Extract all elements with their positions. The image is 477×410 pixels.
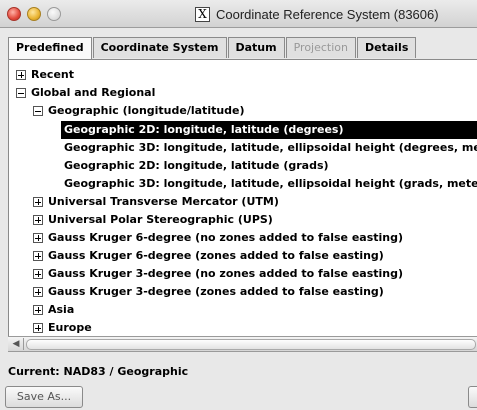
tab-datum[interactable]: Datum xyxy=(227,37,285,58)
horizontal-scrollbar[interactable]: ◀ xyxy=(8,336,477,352)
collapse-icon[interactable] xyxy=(33,106,43,116)
tree-item-label: Europe xyxy=(48,321,92,334)
tree-item-europe[interactable]: Europe xyxy=(33,319,92,337)
tab-predefined[interactable]: Predefined xyxy=(8,37,92,60)
tree-item-label: Universal Polar Stereographic (UPS) xyxy=(48,213,273,226)
tree-item-geo-2d-degrees[interactable]: Geographic 2D: longitude, latitude (degr… xyxy=(61,121,477,139)
title-bar: X Coordinate Reference System (83606) xyxy=(0,0,477,28)
tree-item-label: Gauss Kruger 3-degree (zones added to fa… xyxy=(48,285,384,298)
tree-item-label: Global and Regional xyxy=(31,86,156,99)
tree-item-label: Geographic 2D: longitude, latitude (grad… xyxy=(64,159,329,172)
expand-icon[interactable] xyxy=(33,305,43,315)
tree-item-gk6-zones[interactable]: Gauss Kruger 6-degree (zones added to fa… xyxy=(33,247,384,265)
zoom-window-button[interactable] xyxy=(47,7,61,21)
tree-item-geo-2d-grads[interactable]: Geographic 2D: longitude, latitude (grad… xyxy=(61,157,335,175)
tree-item-label: Geographic 3D: longitude, latitude, elli… xyxy=(64,141,477,154)
expand-icon[interactable] xyxy=(33,251,43,261)
tree-item-ups[interactable]: Universal Polar Stereographic (UPS) xyxy=(33,211,273,229)
window-title-group: X Coordinate Reference System (83606) xyxy=(195,5,439,23)
close-window-button[interactable] xyxy=(7,7,21,21)
tree-item-utm[interactable]: Universal Transverse Mercator (UTM) xyxy=(33,193,279,211)
tree-item-asia[interactable]: Asia xyxy=(33,301,74,319)
minimize-window-button[interactable] xyxy=(27,7,41,21)
tree-item-global-regional[interactable]: Global and Regional xyxy=(16,84,155,102)
tree-item-label: Universal Transverse Mercator (UTM) xyxy=(48,195,279,208)
scrollbar-thumb[interactable] xyxy=(26,339,476,350)
tree-item-geo-3d-degrees[interactable]: Geographic 3D: longitude, latitude, elli… xyxy=(61,139,477,157)
tree-item-geographic[interactable]: Geographic (longitude/latitude) xyxy=(33,102,245,120)
tree-item-label: Gauss Kruger 3-degree (no zones added to… xyxy=(48,267,404,280)
expand-icon[interactable] xyxy=(16,70,26,80)
current-crs-label: Current: NAD83 / Geographic xyxy=(8,365,189,378)
scroll-left-arrow-icon[interactable]: ◀ xyxy=(9,338,24,350)
tree-item-geo-3d-grads[interactable]: Geographic 3D: longitude, latitude, elli… xyxy=(61,175,477,193)
tree-item-label: Geographic 3D: longitude, latitude, elli… xyxy=(64,177,477,190)
x11-app-icon: X xyxy=(195,6,210,22)
tab-details[interactable]: Details xyxy=(357,37,417,58)
tree-item-label: Geographic (longitude/latitude) xyxy=(48,104,245,117)
expand-icon[interactable] xyxy=(33,323,43,333)
tree-item-label: Geographic 2D: longitude, latitude (degr… xyxy=(64,123,344,136)
tree-item-label: Asia xyxy=(48,303,75,316)
tree-item-label: Recent xyxy=(31,68,75,81)
tree-item-gk3-zones[interactable]: Gauss Kruger 3-degree (zones added to fa… xyxy=(33,283,384,301)
partial-button[interactable] xyxy=(468,386,477,408)
expand-icon[interactable] xyxy=(33,269,43,279)
save-as-button[interactable]: Save As... xyxy=(5,386,83,408)
expand-icon[interactable] xyxy=(33,233,43,243)
crs-tree-panel: Recent Global and Regional Geographic (l… xyxy=(8,59,477,337)
tree-item-gk6-no-zones[interactable]: Gauss Kruger 6-degree (no zones added to… xyxy=(33,229,403,247)
expand-icon[interactable] xyxy=(33,197,43,207)
tree-item-label: Gauss Kruger 6-degree (no zones added to… xyxy=(48,231,404,244)
tab-projection: Projection xyxy=(285,37,357,58)
expand-icon[interactable] xyxy=(33,215,43,225)
expand-icon[interactable] xyxy=(33,287,43,297)
tree-item-gk3-no-zones[interactable]: Gauss Kruger 3-degree (no zones added to… xyxy=(33,265,403,283)
tree-item-label: Gauss Kruger 6-degree (zones added to fa… xyxy=(48,249,384,262)
collapse-icon[interactable] xyxy=(16,88,26,98)
tree-item-recent[interactable]: Recent xyxy=(16,66,74,84)
window-title: Coordinate Reference System (83606) xyxy=(216,6,439,22)
tab-bar: Predefined Coordinate System Datum Proje… xyxy=(8,37,417,60)
tab-coordinate-system[interactable]: Coordinate System xyxy=(92,37,227,58)
